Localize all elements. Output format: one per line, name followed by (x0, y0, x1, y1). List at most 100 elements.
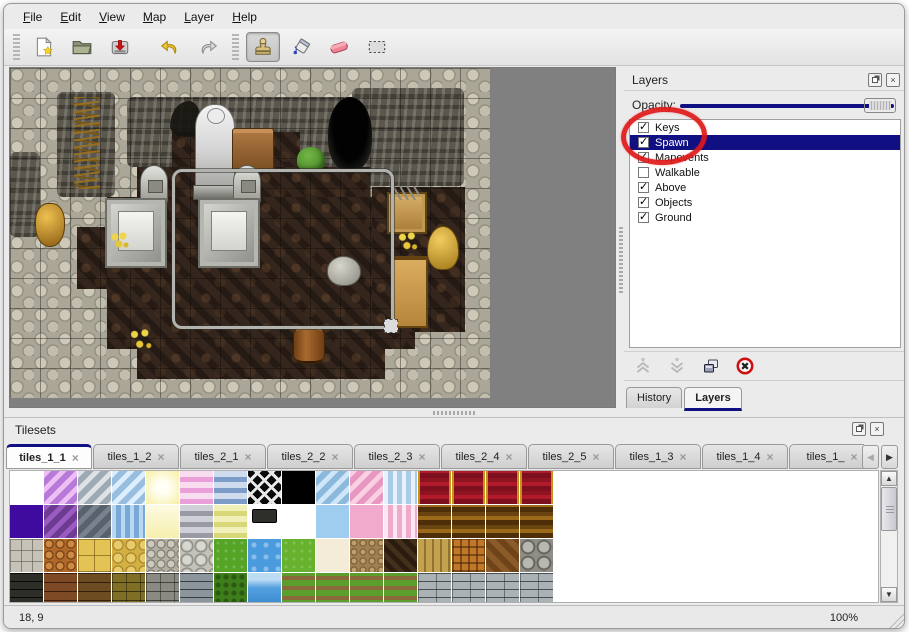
tab-close-icon[interactable]: × (680, 450, 687, 464)
tile-carpet-brown[interactable] (486, 505, 519, 538)
menu-item-file[interactable]: File (14, 7, 51, 27)
selection-resize-handle[interactable] (384, 319, 398, 333)
toolbar-grip-icon[interactable] (232, 34, 239, 60)
tile-stripe-gray[interactable] (180, 505, 213, 538)
tile-brick-gray2[interactable] (452, 573, 485, 603)
tile-white[interactable] (10, 471, 43, 504)
tile-waterfall-blue[interactable] (384, 471, 417, 504)
duplicate-layer-button[interactable] (700, 355, 722, 377)
tile-water-edge[interactable] (248, 573, 281, 603)
tile-carpet-brown[interactable] (418, 505, 451, 538)
layer-visibility-checkbox[interactable]: ✓ (638, 137, 649, 148)
tileset-tab-tiles_1_1[interactable]: tiles_1_1× (6, 444, 92, 469)
tile-water-purple[interactable] (44, 471, 77, 504)
tileset-tab-tiles_2_4[interactable]: tiles_2_4× (441, 444, 527, 469)
tile-water-pink[interactable] (350, 471, 383, 504)
tileset-tab-tiles_2_1[interactable]: tiles_2_1× (180, 444, 266, 469)
tile-stone-gray2[interactable] (146, 573, 179, 603)
tile-carpet-red[interactable] (452, 471, 485, 504)
tab-close-icon[interactable]: × (767, 450, 774, 464)
tile-dirt[interactable] (350, 539, 383, 572)
tile-water-gray-d[interactable] (78, 505, 111, 538)
tile-water-gray[interactable] (78, 471, 111, 504)
map-view[interactable] (10, 68, 490, 398)
tile-herring[interactable] (486, 539, 519, 572)
menu-item-layer[interactable]: Layer (175, 7, 223, 27)
tile-purple-deep[interactable] (10, 505, 43, 538)
layer-row-above[interactable]: ✓Above (630, 180, 900, 195)
save-file-button[interactable] (103, 32, 137, 62)
layer-row-keys[interactable]: ✓Keys (630, 120, 900, 135)
tile-blue-solid[interactable] (316, 505, 349, 538)
layer-visibility-checkbox[interactable]: ✓ (638, 212, 649, 223)
tileset-tab-tiles_2_5[interactable]: tiles_2_5× (528, 444, 614, 469)
menu-item-view[interactable]: View (90, 7, 134, 27)
tile-carpet-red[interactable] (520, 471, 553, 504)
toolbar-grip-icon[interactable] (13, 34, 20, 60)
layer-row-mapevents[interactable]: ✓Mapevents (630, 150, 900, 165)
layer-row-objects[interactable]: ✓Objects (630, 195, 900, 210)
tile-water-blue-2[interactable] (112, 505, 145, 538)
tileset-tab-tiles_1_2[interactable]: tiles_1_2× (93, 444, 179, 469)
tile-farm[interactable] (282, 573, 315, 603)
raise-layer-button[interactable] (632, 355, 654, 377)
stamp-tool-button[interactable] (246, 32, 280, 62)
opacity-slider[interactable] (680, 104, 894, 108)
tile-stripe-yellow[interactable] (214, 505, 247, 538)
layer-row-walkable[interactable]: Walkable (630, 165, 900, 180)
tile-glow-yellow[interactable] (146, 471, 179, 504)
close-panel-button[interactable]: × (886, 73, 900, 87)
tile-hedge[interactable] (214, 573, 247, 603)
dock-tab-history[interactable]: History (626, 387, 682, 408)
fill-tool-button[interactable] (284, 32, 318, 62)
tile-white[interactable] (282, 505, 315, 538)
tile-weave[interactable] (452, 539, 485, 572)
window-resize-grip[interactable] (886, 610, 904, 628)
layer-visibility-checkbox[interactable]: ✓ (638, 197, 649, 208)
tab-close-icon[interactable]: × (245, 450, 252, 464)
horizontal-splitter[interactable] (9, 408, 905, 417)
menu-item-map[interactable]: Map (134, 7, 175, 27)
close-panel-button[interactable]: × (870, 422, 884, 436)
layer-row-spawn[interactable]: ✓Spawn (630, 135, 900, 150)
float-panel-button[interactable] (852, 422, 866, 436)
layer-visibility-checkbox[interactable]: ✓ (638, 182, 649, 193)
tile-grass[interactable] (214, 539, 247, 572)
new-file-button[interactable] (27, 32, 61, 62)
tab-scroll-right-icon[interactable]: ▶ (881, 445, 898, 469)
tileset-scrollbar[interactable]: ▲ ▼ (880, 470, 898, 603)
delete-layer-button[interactable] (734, 355, 756, 377)
tile-grass2[interactable] (282, 539, 315, 572)
menu-item-help[interactable]: Help (223, 7, 266, 27)
tab-close-icon[interactable]: × (72, 451, 79, 465)
tab-close-icon[interactable]: × (158, 450, 165, 464)
tile-farm[interactable] (350, 573, 383, 603)
tile-brick-gray2[interactable] (520, 573, 553, 603)
tileset-view[interactable] (9, 470, 879, 603)
tile-sign[interactable] (248, 505, 281, 538)
tileset-tab-tiles_2_3[interactable]: tiles_2_3× (354, 444, 440, 469)
layer-visibility-checkbox[interactable] (638, 167, 649, 178)
tile-pave-gray[interactable] (10, 539, 43, 572)
select-tool-button[interactable] (360, 32, 394, 62)
tab-scroll-left-icon[interactable]: ◀ (862, 445, 879, 469)
tile-brick-brown[interactable] (44, 573, 77, 603)
tileset-tab-tiles_1_4[interactable]: tiles_1_4× (702, 444, 788, 469)
tile-cream[interactable] (316, 539, 349, 572)
map-selection-rect[interactable] (172, 169, 394, 329)
map-canvas[interactable] (9, 67, 616, 408)
tab-close-icon[interactable]: × (506, 450, 513, 464)
tab-close-icon[interactable]: × (850, 450, 857, 464)
tile-stripe-pink[interactable] (180, 471, 213, 504)
tile-farm[interactable] (384, 573, 417, 603)
tileset-tab-tiles_2_2[interactable]: tiles_2_2× (267, 444, 353, 469)
tile-path-yellow[interactable] (112, 539, 145, 572)
tile-tile-yellow[interactable] (78, 539, 111, 572)
tile-plank[interactable] (418, 539, 451, 572)
tile-pale-yellow[interactable] (146, 505, 179, 538)
menu-item-edit[interactable]: Edit (51, 7, 90, 27)
tile-water-purple-d[interactable] (44, 505, 77, 538)
tile-stone-olive[interactable] (112, 573, 145, 603)
tile-lattice[interactable] (248, 471, 281, 504)
undo-button[interactable] (153, 32, 187, 62)
